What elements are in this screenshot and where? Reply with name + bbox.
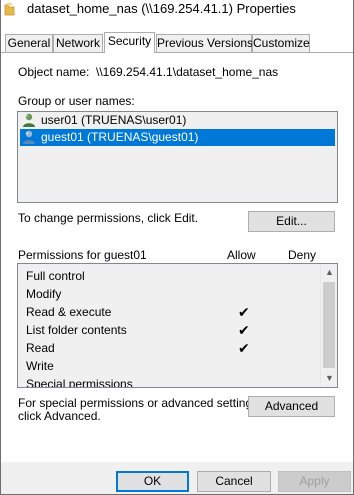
permission-name: Special permissions [26,377,133,388]
list-item-user01[interactable]: user01 (TRUENAS\user01) [20,112,335,129]
permission-name: Read [26,341,55,355]
change-permissions-text: To change permissions, click Edit. [18,211,199,225]
list-item-guest01[interactable]: guest01 (TRUENAS\guest01) [20,129,335,146]
permission-name: Read & execute [26,305,112,319]
apply-button[interactable]: Apply [278,471,351,492]
permission-row: Full control [26,267,316,285]
cancel-button[interactable]: Cancel [197,471,271,492]
scroll-down-icon[interactable]: ▼ [321,370,337,387]
tab-network[interactable]: Network [53,34,103,52]
advanced-button[interactable]: Advanced [248,396,335,417]
dialog-footer: OK Cancel Apply [1,462,353,494]
properties-dialog: dataset_home_nas (\\169.254.41.1) Proper… [0,0,354,495]
group-user-list[interactable]: user01 (TRUENAS\user01) guest01 (TRUENAS… [17,111,338,203]
advanced-text-line2: click Advanced. [18,409,101,423]
allow-check-icon: ✔ [238,322,250,338]
group-name: user01 (TRUENAS\user01) [41,113,187,127]
allow-check-icon: ✔ [238,340,250,356]
permission-row: List folder contents ✔ [26,321,316,339]
tab-customize[interactable]: Customize [252,34,310,52]
tab-divider [1,52,353,53]
user-icon [23,113,35,127]
ok-button[interactable]: OK [116,471,189,492]
edit-button[interactable]: Edit... [248,211,335,232]
tab-security[interactable]: Security [104,32,155,53]
allow-check-icon: ✔ [238,304,250,320]
tab-previous-versions[interactable]: Previous Versions [156,34,253,52]
permissions-list[interactable]: Full control Modify Read & execute ✔ Lis… [17,263,338,388]
window-title: dataset_home_nas (\\169.254.41.1) Proper… [27,1,296,16]
permission-row: Read & execute ✔ [26,303,316,321]
group-names-label: Group or user names: [18,94,135,108]
permission-row: Write [26,357,316,375]
object-name-value: \\169.254.41.1\dataset_home_nas [96,65,279,79]
advanced-text-line1: For special permissions or advanced sett… [18,396,262,410]
folder-icon [4,3,15,16]
permissions-scrollbar[interactable]: ▲ ▼ [320,264,337,387]
permission-row: Modify [26,285,316,303]
scroll-up-icon[interactable]: ▲ [321,264,337,281]
group-name: guest01 (TRUENAS\guest01) [41,130,199,144]
permission-name: Modify [26,287,62,301]
permissions-for-label: Permissions for guest01 [18,248,147,262]
permission-row: Read ✔ [26,339,316,357]
allow-header: Allow [227,248,256,262]
permission-name: Write [26,359,54,373]
tab-strip: General Network Security Previous Versio… [1,32,353,53]
title-bar[interactable]: dataset_home_nas (\\169.254.41.1) Proper… [1,0,353,20]
deny-header: Deny [288,248,317,262]
scroll-thumb[interactable] [323,282,335,368]
permission-name: List folder contents [26,323,127,337]
tab-general[interactable]: General [5,34,53,52]
user-icon [23,130,35,144]
permission-name: Full control [26,269,85,283]
permission-row: Special permissions [26,375,316,388]
object-name-label: Object name: [18,65,90,79]
